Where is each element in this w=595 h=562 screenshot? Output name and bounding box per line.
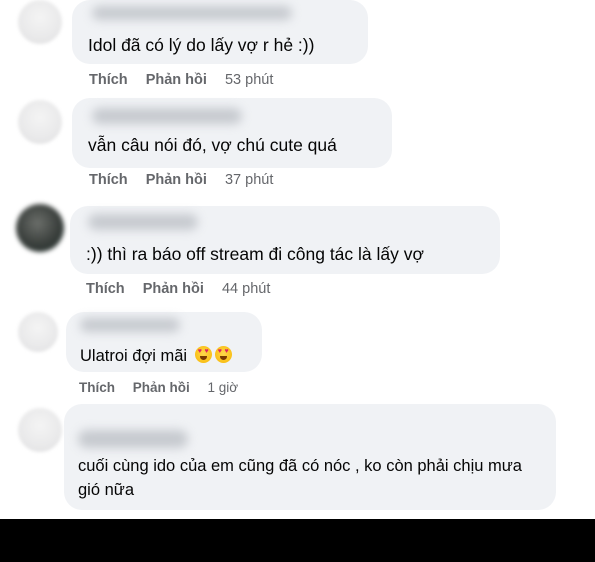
comment-bubble: vẫn câu nói đó, vợ chú cute quá [72,98,392,168]
blurred-author-name[interactable] [92,6,292,20]
avatar[interactable] [18,100,62,144]
reply-button[interactable]: Phản hồi [133,380,190,395]
heart-eyes-emoji [194,346,212,363]
heart-eyes-emoji [214,346,232,363]
blurred-author-name[interactable] [92,108,242,124]
comment-text: cuối cùng ido của em cũng đã có nóc , ko… [78,457,522,499]
avatar[interactable] [16,204,64,252]
avatar[interactable] [18,408,62,452]
comment-actions: Thích Phản hồi 53 phút [89,72,273,88]
timestamp[interactable]: 44 phút [222,281,270,297]
comment-text-content: Ulatroi đợi mãi [80,347,188,365]
reply-button[interactable]: Phản hồi [146,72,207,88]
timestamp[interactable]: 53 phút [225,72,273,88]
bottom-black-bar [0,519,595,562]
like-button[interactable]: Thích [89,172,128,188]
like-button[interactable]: Thích [89,72,128,88]
comment-actions: Thích Phản hồi 44 phút [86,281,270,297]
comment-bubble: :)) thì ra báo off stream đi công tác là… [70,206,500,274]
blurred-author-name[interactable] [88,214,198,230]
blurred-author-name[interactable] [80,318,180,332]
avatar[interactable] [18,0,62,44]
reply-button[interactable]: Phản hồi [143,281,204,297]
comment-text: vẫn câu nói đó, vợ chú cute quá [88,135,337,155]
like-button[interactable]: Thích [86,281,125,297]
avatar[interactable] [18,312,58,352]
comment-text: Idol đã có lý do lấy vợ r hẻ :)) [88,35,315,55]
comment-text: :)) thì ra báo off stream đi công tác là… [86,244,424,264]
timestamp[interactable]: 1 giờ [208,380,239,395]
timestamp[interactable]: 37 phút [225,172,273,188]
comment-bubble: Idol đã có lý do lấy vợ r hẻ :)) [72,0,368,64]
comment-actions: Thích Phản hồi 1 giờ [79,380,238,395]
reply-button[interactable]: Phản hồi [146,172,207,188]
blurred-author-name[interactable] [78,430,188,448]
comment-actions: Thích Phản hồi 37 phút [89,172,273,188]
comment-text: Ulatroi đợi mãi [80,344,232,368]
comment-bubble: Ulatroi đợi mãi [66,312,262,372]
comment-bubble: cuối cùng ido của em cũng đã có nóc , ko… [64,404,556,510]
like-button[interactable]: Thích [79,380,115,395]
